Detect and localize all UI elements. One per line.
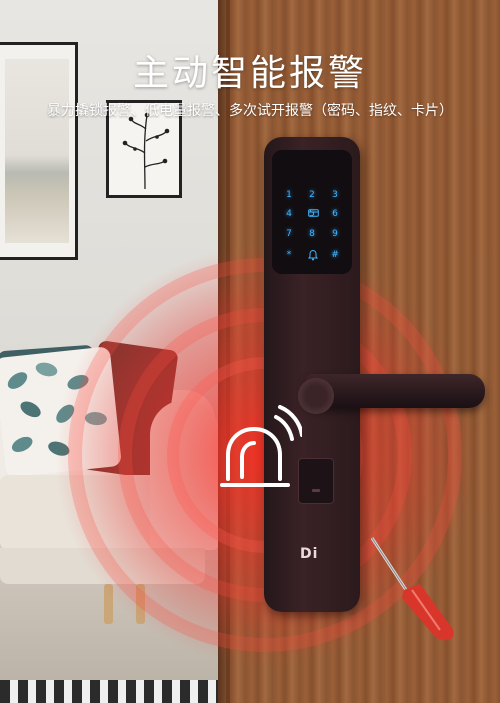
keypad-key[interactable]: 7: [282, 229, 296, 239]
keypad-key[interactable]: 3: [328, 190, 342, 200]
keypad-key[interactable]: 8: [305, 229, 319, 239]
striped-rug: [0, 680, 225, 703]
lock-keypad: 1 2 3 4 5 6 7 8 9 * #: [272, 150, 352, 274]
product-promo-image: 1 2 3 4 5 6 7 8 9 * # Di 主动智能报警 暴力撬锁报警、低…: [0, 0, 500, 703]
keypad-key[interactable]: *: [282, 250, 296, 260]
sofa-leg: [104, 584, 113, 624]
keypad-key[interactable]: 9: [328, 229, 342, 239]
bell-icon[interactable]: [307, 249, 319, 261]
keypad-key[interactable]: 6: [328, 209, 342, 219]
fingerprint-sensor[interactable]: [298, 378, 334, 414]
brand-logo: Di: [300, 546, 319, 562]
headline-subtitle: 暴力撬锁报警、低电量报警、多次试开报警（密码、指纹、卡片）: [47, 103, 453, 119]
sofa-arm: [150, 400, 220, 550]
keyhole-cover[interactable]: [298, 458, 334, 504]
pillow-leaf-print: [0, 346, 122, 478]
keypad-key[interactable]: 1: [282, 190, 296, 200]
sofa-leg: [136, 584, 145, 624]
keypad-key[interactable]: 2: [305, 190, 319, 200]
headline-title: 主动智能报警: [132, 53, 367, 94]
keypad-key[interactable]: #: [328, 250, 342, 260]
alarm-siren-icon: [220, 405, 302, 487]
card-reader-icon: [308, 209, 319, 217]
keypad-key[interactable]: 4: [282, 209, 296, 219]
sofa-base: [0, 548, 205, 584]
